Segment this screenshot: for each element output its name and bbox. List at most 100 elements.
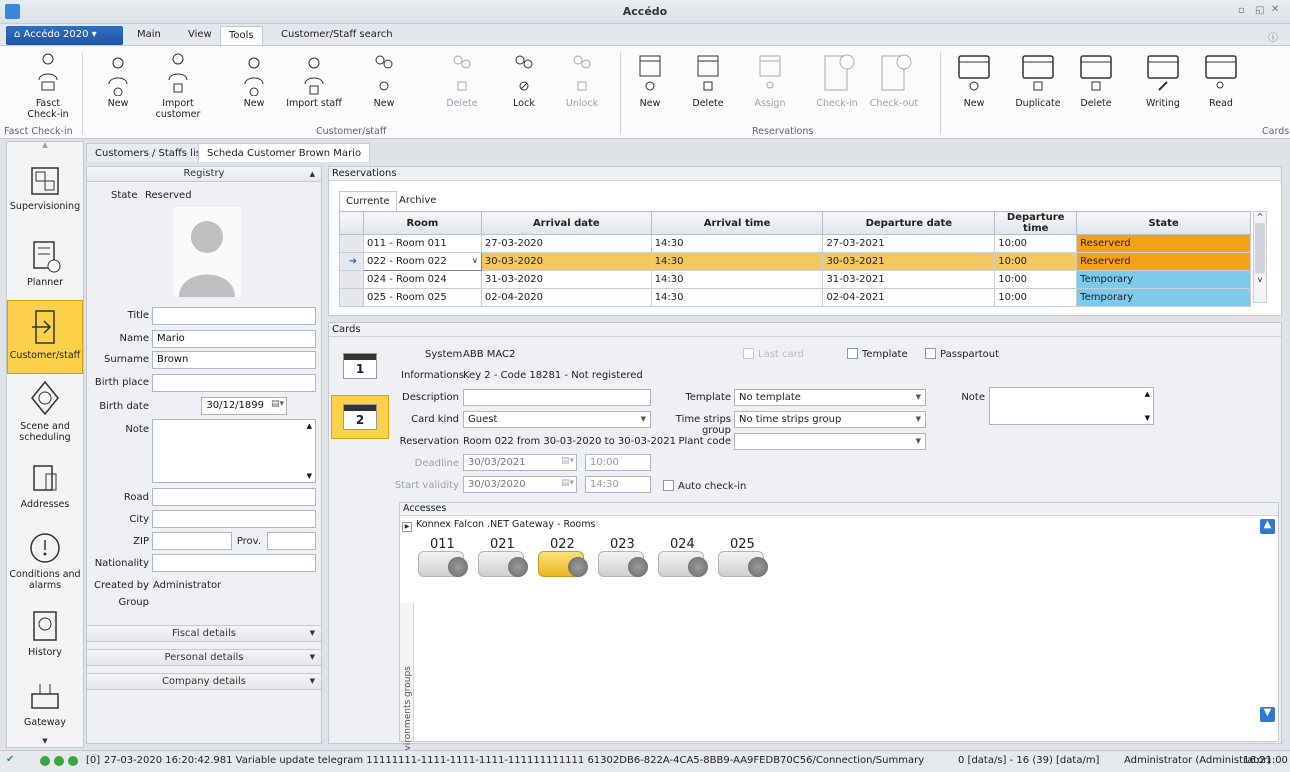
startvalidity-date-field[interactable]: 30/03/2020 ▤▾ bbox=[463, 476, 577, 493]
room-022-tile[interactable]: 022 bbox=[538, 537, 600, 581]
nav-history[interactable]: History bbox=[7, 608, 83, 670]
lock-button[interactable]: Lock bbox=[502, 50, 546, 109]
template-checkbox[interactable]: Template bbox=[847, 348, 908, 360]
col-departure-date[interactable]: Departure date bbox=[822, 211, 996, 235]
new-card-button[interactable]: New bbox=[952, 50, 996, 109]
deadline-date-field[interactable]: 30/03/2021 ▤▾ bbox=[463, 454, 577, 471]
table-row[interactable]: 025 - Room 025 02-04-2020 14:30 02-04-20… bbox=[339, 288, 1251, 307]
passpartout-checkbox[interactable]: Passpartout bbox=[925, 348, 999, 360]
card-note-field[interactable]: ▲ ▼ bbox=[989, 387, 1154, 425]
col-departure-time[interactable]: Departure time bbox=[994, 211, 1078, 235]
road-field[interactable] bbox=[152, 488, 316, 506]
scroll-up-icon[interactable]: ^ bbox=[1254, 212, 1266, 221]
minimize-icon[interactable]: ▫ bbox=[1238, 5, 1245, 16]
expand-icon[interactable]: ▶ bbox=[402, 522, 412, 532]
chevron-down-icon[interactable]: ∨ bbox=[472, 256, 481, 265]
table-row[interactable]: 011 - Room 011 27-03-2020 14:30 27-03-20… bbox=[339, 234, 1251, 253]
col-room[interactable]: Room bbox=[362, 211, 482, 235]
import-customer-button[interactable]: Import customer bbox=[150, 50, 206, 120]
gateway-row[interactable]: ▶ Konnex Falcon .NET Gateway - Rooms bbox=[402, 519, 595, 532]
plantcode-select[interactable]: ▼ bbox=[734, 433, 926, 450]
scroll-down-icon[interactable]: v bbox=[1254, 275, 1266, 284]
template-select[interactable]: No template ▼ bbox=[734, 389, 926, 406]
cardkind-select[interactable]: Guest ▼ bbox=[463, 411, 651, 428]
assign-button[interactable]: Assign bbox=[748, 50, 792, 109]
unlock-button[interactable]: Unlock bbox=[560, 50, 604, 109]
fiscal-details-section[interactable]: Fiscal details ▼ bbox=[86, 625, 322, 642]
company-details-section[interactable]: Company details ▼ bbox=[86, 673, 322, 690]
delete-card-button[interactable]: Delete bbox=[1074, 50, 1118, 109]
tab-tools[interactable]: Tools bbox=[220, 26, 263, 46]
new-staff-button[interactable]: New bbox=[232, 50, 276, 109]
surname-field[interactable]: Brown bbox=[152, 351, 316, 369]
calendar-dropdown-icon[interactable]: ▤▾ bbox=[271, 399, 284, 409]
birthdate-field[interactable]: 30/12/1899 ▤▾ bbox=[201, 397, 287, 415]
personal-details-section[interactable]: Personal details ▼ bbox=[86, 649, 322, 666]
tab-currente[interactable]: Currente bbox=[339, 191, 397, 211]
card-2-button[interactable]: 2 bbox=[331, 395, 389, 439]
delete-access-button[interactable]: Delete bbox=[440, 50, 484, 109]
duplicate-card-button[interactable]: Duplicate bbox=[1010, 50, 1066, 109]
move-up-arrow-icon[interactable]: ▲ bbox=[1260, 519, 1275, 534]
zip-field[interactable] bbox=[152, 532, 232, 550]
room-021-tile[interactable]: 021 bbox=[478, 537, 540, 581]
timestrips-select[interactable]: No time strips group ▼ bbox=[734, 411, 926, 428]
room-011-tile[interactable]: 011 bbox=[418, 537, 480, 581]
room-024-tile[interactable]: 024 bbox=[658, 537, 720, 581]
startvalidity-time-field[interactable]: 14:30 bbox=[585, 476, 651, 493]
city-field[interactable] bbox=[152, 510, 316, 528]
writing-card-button[interactable]: Writing bbox=[1138, 50, 1188, 109]
table-scrollbar[interactable]: ^ v bbox=[1253, 211, 1267, 303]
room-023-tile[interactable]: 023 bbox=[598, 537, 660, 581]
room-025-tile[interactable]: 025 bbox=[718, 537, 780, 581]
restore-icon[interactable]: ◱ bbox=[1255, 5, 1264, 16]
cell-room-editing[interactable]: 022 - Room 022 ∨ bbox=[362, 252, 482, 271]
col-arrival-date[interactable]: Arrival date bbox=[480, 211, 652, 235]
calendar-dropdown-icon[interactable]: ▤▾ bbox=[561, 456, 574, 466]
new-customer-button[interactable]: New bbox=[96, 50, 140, 109]
import-staff-button[interactable]: Import staff bbox=[282, 50, 346, 109]
tab-customer-card[interactable]: Scheda Customer Brown Mario bbox=[198, 143, 371, 162]
move-down-arrow-icon[interactable]: ▼ bbox=[1260, 707, 1275, 722]
tab-main[interactable]: Main bbox=[137, 29, 161, 40]
nav-gateway[interactable]: Gateway bbox=[7, 678, 83, 740]
nav-supervisioning[interactable]: Supervisioning bbox=[7, 164, 83, 228]
card-1-button[interactable]: 1 bbox=[331, 349, 389, 393]
new-access-button[interactable]: New bbox=[362, 50, 406, 109]
col-arrival-time[interactable]: Arrival time bbox=[650, 211, 824, 235]
environments-groups-strip[interactable]: Environments groups bbox=[400, 603, 414, 762]
registry-header[interactable]: Registry ▲ bbox=[87, 167, 321, 182]
note-scroll-up-icon[interactable]: ▲ bbox=[1145, 390, 1150, 398]
lastcard-checkbox[interactable]: Last card bbox=[743, 348, 804, 360]
birthplace-field[interactable] bbox=[152, 374, 316, 392]
scroll-thumb[interactable] bbox=[1255, 223, 1265, 273]
tab-customers-list[interactable]: Customers / Staffs list bbox=[86, 143, 214, 162]
new-reservation-button[interactable]: New bbox=[628, 50, 672, 109]
calendar-dropdown-icon[interactable]: ▤▾ bbox=[561, 478, 574, 488]
note-scroll-up-icon[interactable]: ▲ bbox=[307, 422, 312, 430]
fasct-checkin-button[interactable]: Fasct Check-in bbox=[22, 50, 74, 120]
title-field[interactable] bbox=[152, 307, 316, 325]
tab-view[interactable]: View bbox=[188, 29, 212, 40]
deadline-time-field[interactable]: 10:00 bbox=[585, 454, 651, 471]
autocheckin-checkbox[interactable]: Auto check-in bbox=[663, 480, 746, 492]
app-menu-button[interactable]: ⌂ Accédo 2020 ▾ bbox=[6, 26, 123, 45]
col-state[interactable]: State bbox=[1076, 211, 1251, 235]
description-field[interactable] bbox=[463, 389, 651, 406]
name-field[interactable]: Mario bbox=[152, 330, 316, 348]
delete-reservation-button[interactable]: Delete bbox=[686, 50, 730, 109]
nav-planner[interactable]: Planner bbox=[7, 238, 83, 296]
info-icon[interactable]: ⓘ bbox=[1268, 29, 1278, 44]
nav-scroll-down-icon[interactable]: ▼ bbox=[7, 737, 83, 747]
nav-customer-staff[interactable]: Customer/staff bbox=[7, 300, 83, 374]
tab-archive[interactable]: Archive bbox=[393, 191, 442, 211]
close-icon[interactable]: ✕ bbox=[1271, 4, 1279, 15]
note-scroll-down-icon[interactable]: ▼ bbox=[307, 472, 312, 480]
table-row[interactable]: 024 - Room 024 31-03-2020 14:30 31-03-20… bbox=[339, 270, 1251, 289]
prov-field[interactable] bbox=[267, 532, 316, 550]
nationality-field[interactable] bbox=[152, 554, 316, 572]
nav-addresses[interactable]: Addresses bbox=[7, 460, 83, 522]
nav-scene-scheduling[interactable]: Scene and scheduling bbox=[7, 378, 83, 454]
nav-scroll-up-icon[interactable]: ▲ bbox=[7, 141, 83, 151]
checkin-button[interactable]: Check-in bbox=[812, 50, 862, 109]
